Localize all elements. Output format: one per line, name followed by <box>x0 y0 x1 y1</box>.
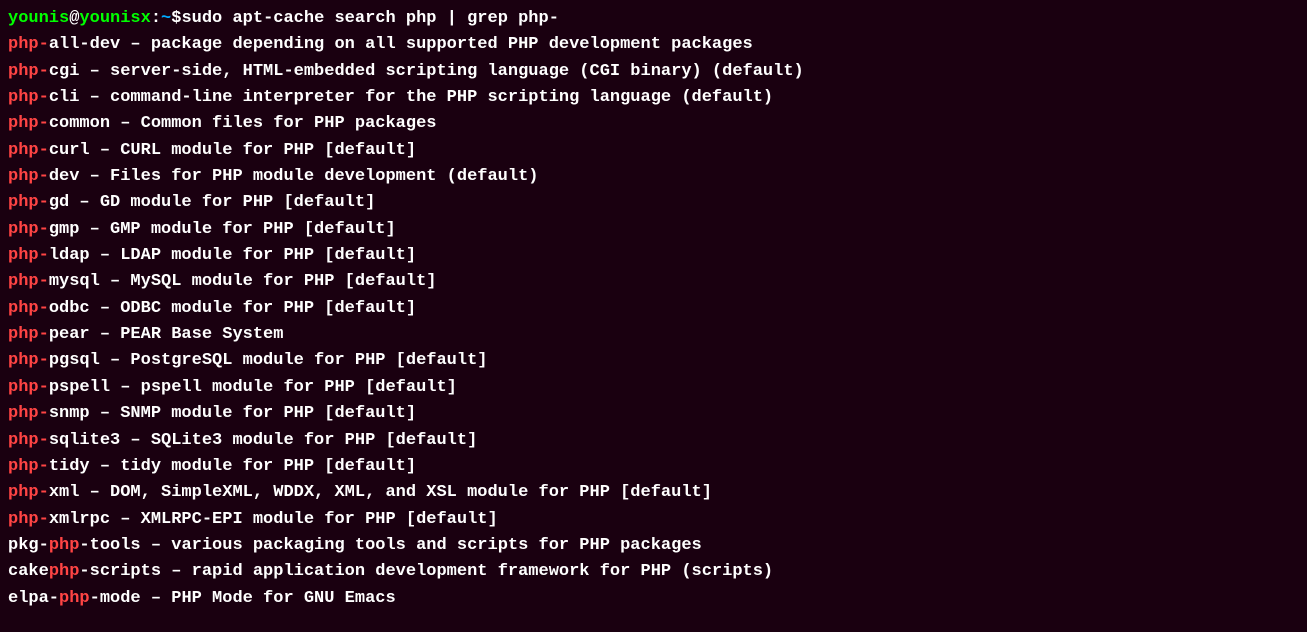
pkg-prefix: php- <box>8 35 49 54</box>
pkg-prefix: php- <box>8 483 49 502</box>
pkg-prefix: php- <box>8 220 49 239</box>
prompt-dollar: $ <box>171 6 181 32</box>
list-item: php-all-dev – package depending on all s… <box>8 32 1299 58</box>
output-lines: php-all-dev – package depending on all s… <box>8 32 1299 612</box>
prompt-command: sudo apt-cache search php | grep php- <box>181 6 558 32</box>
list-item: php-tidy – tidy module for PHP [default] <box>8 454 1299 480</box>
pkg-prefix: php <box>49 562 80 581</box>
list-item: php-cgi – server-side, HTML-embedded scr… <box>8 59 1299 85</box>
pkg-prefix: php- <box>8 114 49 133</box>
pkg-prefix: php- <box>8 325 49 344</box>
pkg-prefix: php <box>49 536 80 555</box>
pkg-prefix: php- <box>8 246 49 265</box>
pkg-prefix: php- <box>8 351 49 370</box>
pkg-prefix: php- <box>8 457 49 476</box>
list-item: php-ldap – LDAP module for PHP [default] <box>8 243 1299 269</box>
list-item: php-curl – CURL module for PHP [default] <box>8 138 1299 164</box>
list-item: php-gd – GD module for PHP [default] <box>8 190 1299 216</box>
pkg-prefix: php- <box>8 141 49 160</box>
prompt-line: younis@younisx:~$ sudo apt-cache search … <box>8 6 1299 32</box>
pkg-prefix: php- <box>8 378 49 397</box>
list-item: php-common – Common files for PHP packag… <box>8 111 1299 137</box>
pkg-prefix: php- <box>8 193 49 212</box>
prompt-user: younis <box>8 6 69 32</box>
list-item: pkg-php-tools – various packaging tools … <box>8 533 1299 559</box>
pkg-prefix: php- <box>8 431 49 450</box>
list-item: php-cli – command-line interpreter for t… <box>8 85 1299 111</box>
pkg-prefix: php- <box>8 510 49 529</box>
pkg-prefix: php- <box>8 88 49 107</box>
prompt-at: @ <box>69 6 79 32</box>
pkg-prefix: php- <box>8 167 49 186</box>
list-item: php-odbc – ODBC module for PHP [default] <box>8 296 1299 322</box>
list-item: php-dev – Files for PHP module developme… <box>8 164 1299 190</box>
pkg-prefix: php- <box>8 62 49 81</box>
pkg-prefix: php- <box>8 299 49 318</box>
list-item: php-pgsql – PostgreSQL module for PHP [d… <box>8 348 1299 374</box>
list-item: php-snmp – SNMP module for PHP [default] <box>8 401 1299 427</box>
pkg-prefix: php- <box>8 404 49 423</box>
list-item: php-sqlite3 – SQLite3 module for PHP [de… <box>8 428 1299 454</box>
list-item: php-xml – DOM, SimpleXML, WDDX, XML, and… <box>8 480 1299 506</box>
terminal-window: younis@younisx:~$ sudo apt-cache search … <box>8 6 1299 612</box>
list-item: cakephp-scripts – rapid application deve… <box>8 559 1299 585</box>
list-item: php-pspell – pspell module for PHP [defa… <box>8 375 1299 401</box>
prompt-host: younisx <box>79 6 150 32</box>
list-item: php-gmp – GMP module for PHP [default] <box>8 217 1299 243</box>
pkg-prefix: php- <box>8 272 49 291</box>
list-item: elpa-php-mode – PHP Mode for GNU Emacs <box>8 586 1299 612</box>
list-item: php-pear – PEAR Base System <box>8 322 1299 348</box>
pkg-prefix: php <box>59 589 90 608</box>
list-item: php-xmlrpc – XMLRPC-EPI module for PHP [… <box>8 507 1299 533</box>
list-item: php-mysql – MySQL module for PHP [defaul… <box>8 269 1299 295</box>
prompt-tilde: ~ <box>161 6 171 32</box>
prompt-colon: : <box>151 6 161 32</box>
